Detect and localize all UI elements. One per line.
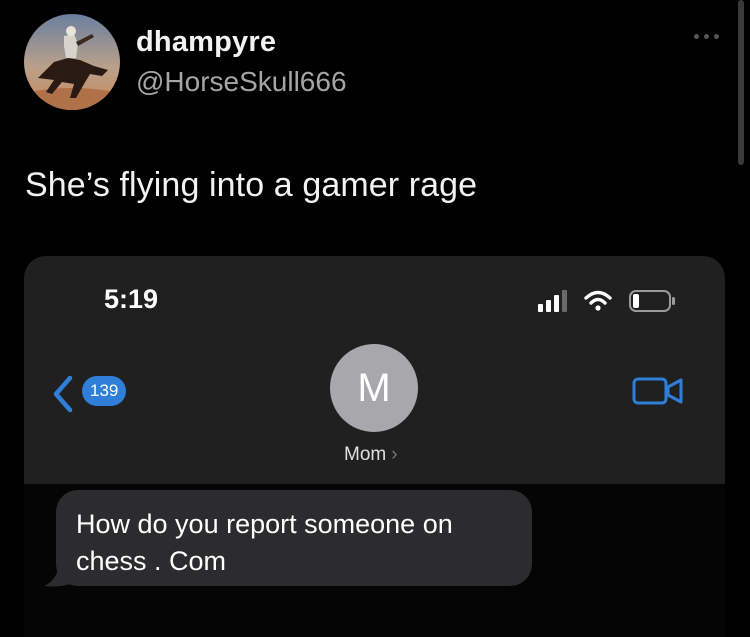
contact-name-label: Mom [344,444,387,465]
scrollbar[interactable] [738,0,744,165]
chevron-right-icon: › [391,444,398,465]
dot [704,33,709,39]
status-time: 5:19 [104,284,159,314]
contact-name[interactable]: Mom › [344,444,398,466]
user-avatar[interactable] [24,14,120,110]
horse-rider-avatar-icon [24,14,120,110]
unread-count-badge[interactable]: 139 [82,376,127,406]
message-bubble[interactable]: How do you report someone on chess . Com [56,490,532,586]
display-name[interactable]: dhampyre [136,26,276,59]
dot [714,33,719,39]
dot [694,33,699,39]
back-chevron-icon[interactable] [50,374,76,414]
status-icons [538,290,675,312]
user-handle[interactable]: @HorseSkull666 [136,66,347,98]
wifi-icon [584,290,612,311]
tweet-text: She’s flying into a gamer rage [25,166,478,204]
cellular-signal-icon [538,290,567,312]
contact-avatar[interactable]: M [330,344,418,432]
battery-icon [629,290,675,312]
more-dots-icon[interactable] [694,28,734,44]
video-call-icon[interactable] [632,376,684,406]
